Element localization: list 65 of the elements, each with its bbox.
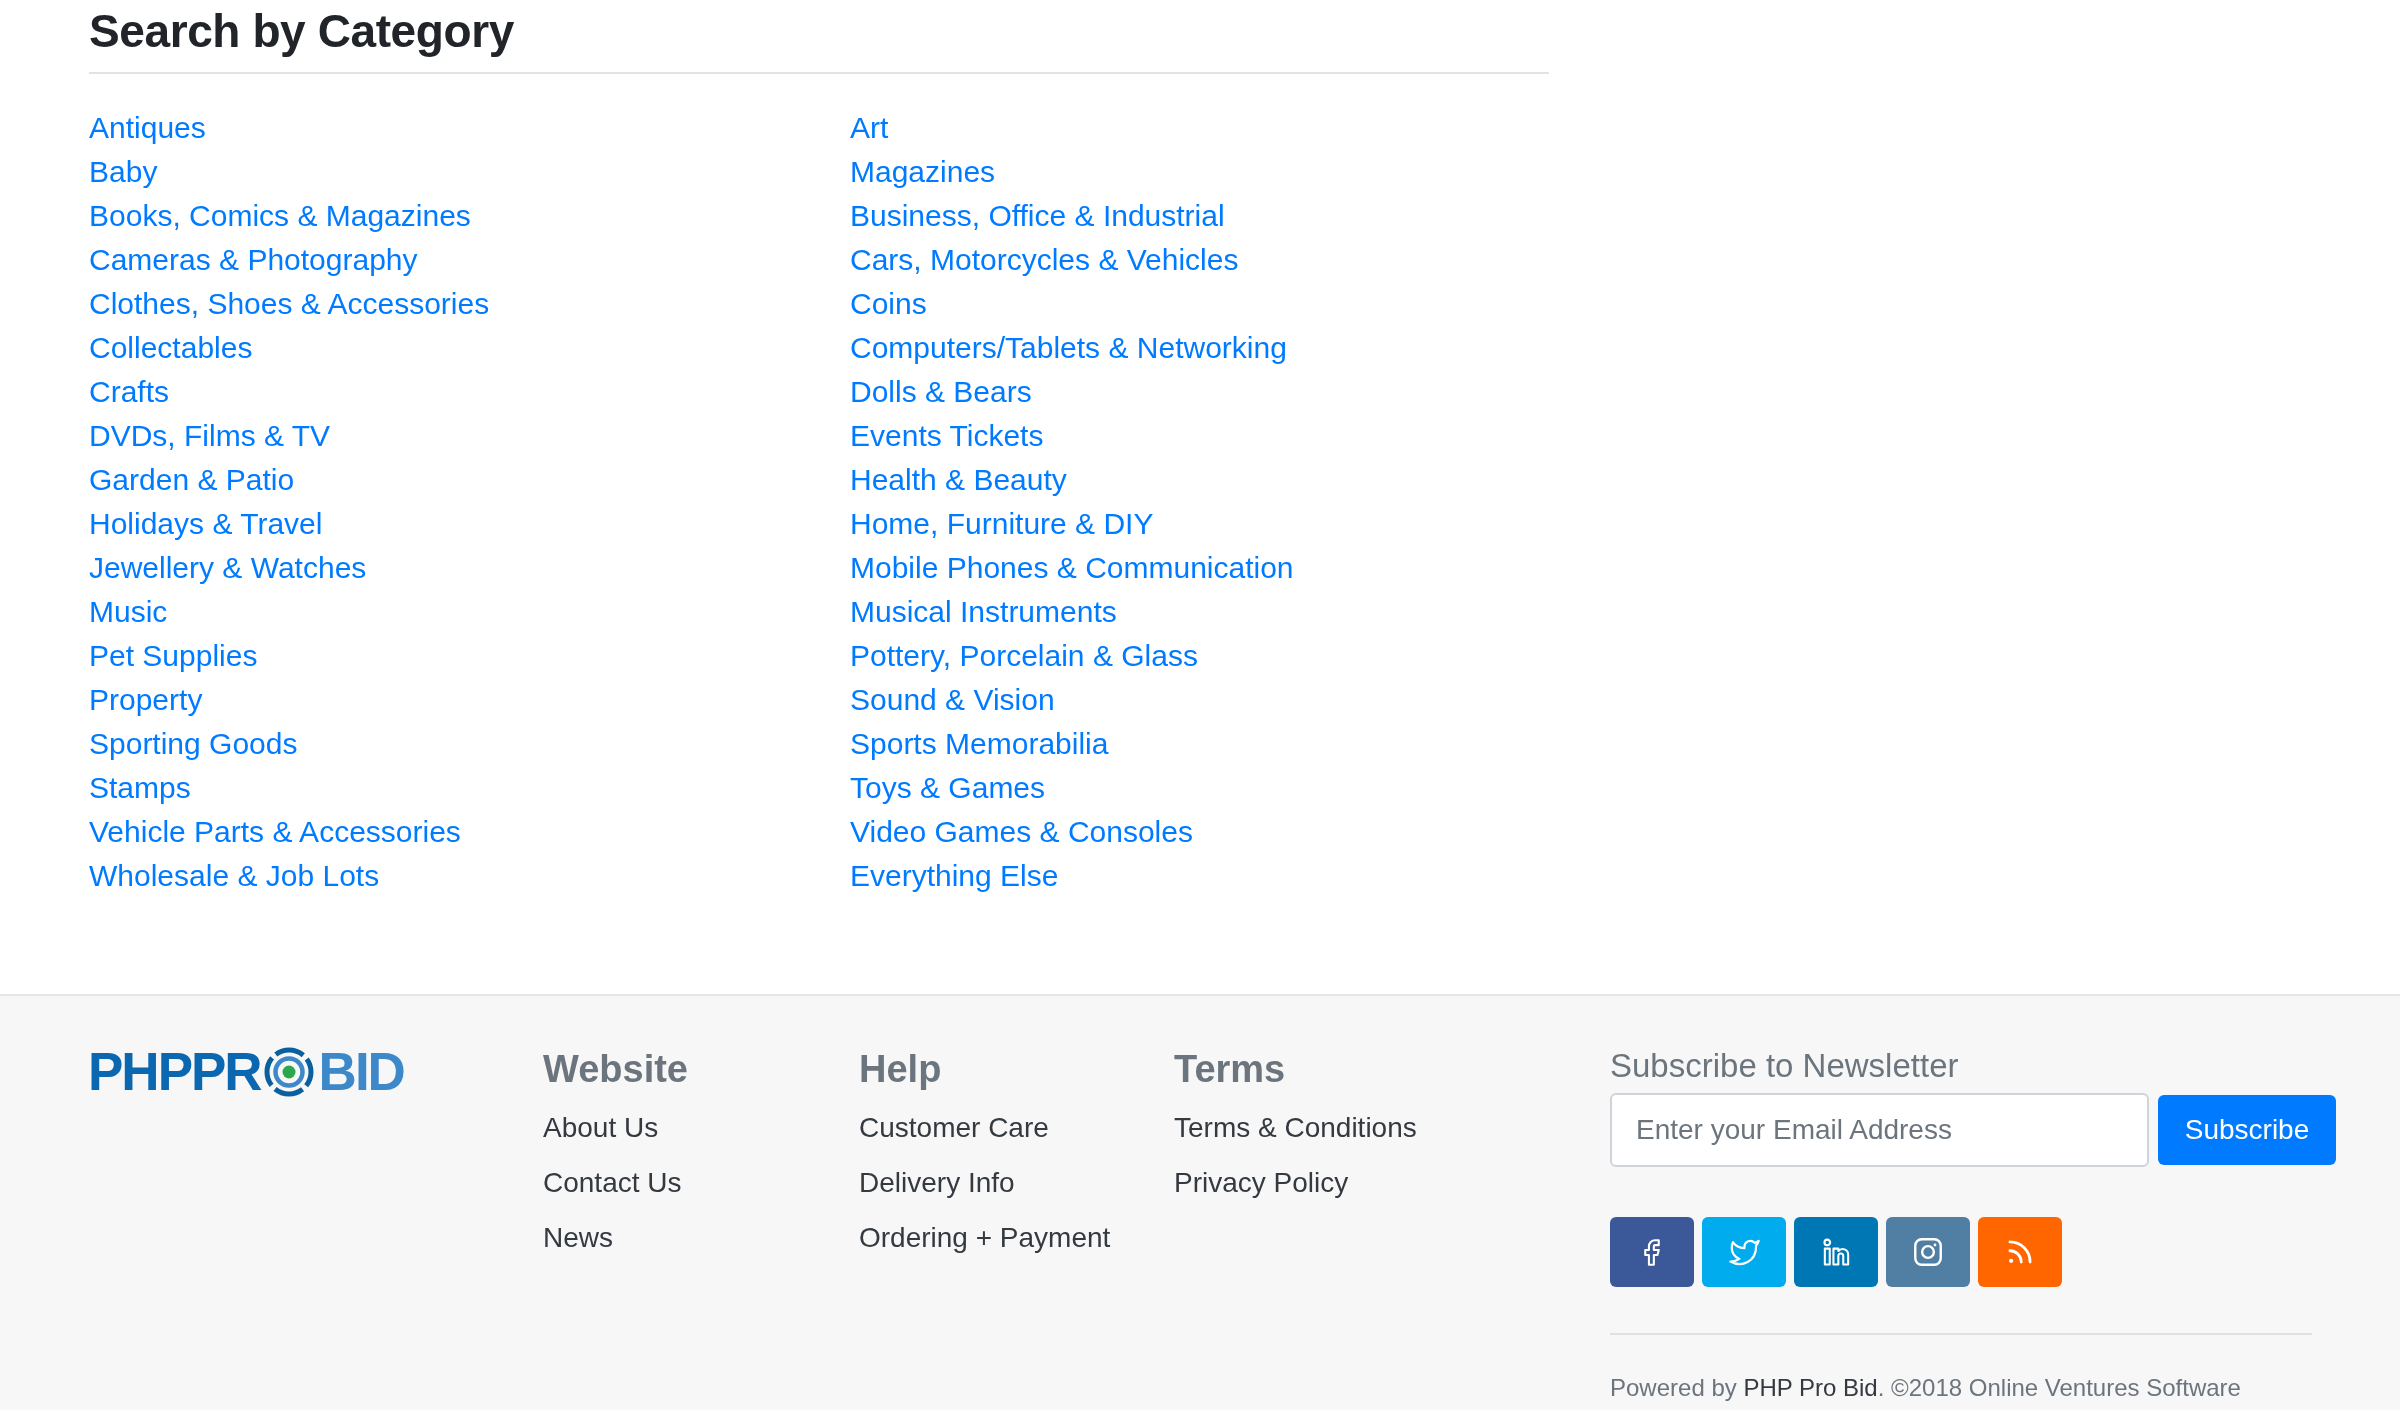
category-link[interactable]: Mobile Phones & Communication (850, 546, 1294, 590)
category-link[interactable]: Pottery, Porcelain & Glass (850, 634, 1198, 678)
category-link[interactable]: Cameras & Photography (89, 238, 418, 282)
category-link[interactable]: Computers/Tablets & Networking (850, 326, 1287, 370)
category-link[interactable]: Video Games & Consoles (850, 810, 1193, 854)
footer-heading: Website (543, 1047, 688, 1092)
category-link[interactable]: Business, Office & Industrial (850, 194, 1225, 238)
category-link[interactable]: Musical Instruments (850, 590, 1117, 634)
category-link[interactable]: Music (89, 590, 168, 634)
footer-link[interactable]: Customer Care (859, 1100, 1049, 1155)
category-link[interactable]: Wholesale & Job Lots (89, 854, 380, 898)
camera-icon (1914, 1238, 1942, 1266)
category-link[interactable]: Magazines (850, 150, 996, 194)
category-link[interactable]: Holidays & Travel (89, 502, 323, 546)
logo-text: PHPPR (88, 1046, 261, 1098)
email-field[interactable]: Enter your Email Address (1610, 1093, 2149, 1167)
social-button[interactable] (1794, 1217, 1878, 1287)
credits-text: Powered by PHP Pro Bid. ©2018 Online Ventures Software (1610, 1373, 2241, 1403)
category-link[interactable]: Collectables (89, 326, 253, 370)
category-link[interactable]: Home, Furniture & DIY (850, 502, 1154, 546)
logo-text: BID (318, 1046, 404, 1098)
category-link[interactable]: Everything Else (850, 854, 1059, 898)
category-link[interactable]: Health & Beauty (850, 458, 1067, 502)
footer-link[interactable]: Privacy Policy (1174, 1155, 1349, 1210)
letters-in-icon (1822, 1238, 1850, 1266)
category-link[interactable]: Garden & Patio (89, 458, 295, 502)
category-link[interactable]: Books, Comics & Magazines (89, 194, 471, 238)
category-link[interactable]: Clothes, Shoes & Accessories (89, 282, 490, 326)
bird-icon (1728, 1238, 1760, 1266)
category-link[interactable]: Sports Memorabilia (850, 722, 1109, 766)
category-link[interactable]: Property (89, 678, 203, 722)
category-link[interactable]: Sporting Goods (89, 722, 298, 766)
category-link[interactable]: Crafts (89, 370, 169, 414)
credits-link[interactable]: PHP Pro Bid (1743, 1374, 1878, 1401)
footer-heading: Terms (1174, 1047, 1286, 1092)
newsletter-title: Subscribe to Newsletter (1610, 1046, 1959, 1086)
category-link[interactable]: Stamps (89, 766, 191, 810)
letter-f-icon (1644, 1238, 1660, 1266)
footer-heading: Help (859, 1047, 942, 1092)
social-button[interactable] (1886, 1217, 1970, 1287)
category-link[interactable]: Jewellery & Watches (89, 546, 367, 590)
category-link[interactable]: DVDs, Films & TV (89, 414, 331, 458)
category-link[interactable]: Antiques (89, 106, 206, 150)
section-title: Search by Category (89, 2, 1549, 74)
category-link[interactable]: Baby (89, 150, 158, 194)
target-icon (263, 1047, 314, 1097)
footer-link[interactable]: Terms & Conditions (1174, 1100, 1417, 1155)
category-link[interactable]: Events Tickets (850, 414, 1044, 458)
category-link[interactable]: Art (850, 106, 889, 150)
category-link[interactable]: Dolls & Bears (850, 370, 1032, 414)
subscribe-button[interactable]: Subscribe (2158, 1095, 2336, 1165)
category-link[interactable]: Cars, Motorcycles & Vehicles (850, 238, 1239, 282)
category-link[interactable]: Sound & Vision (850, 678, 1055, 722)
category-link[interactable]: Vehicle Parts & Accessories (89, 810, 461, 854)
category-link[interactable]: Coins (850, 282, 927, 326)
footer-link[interactable]: Contact Us (543, 1155, 682, 1210)
category-link[interactable]: Pet Supplies (89, 634, 258, 678)
social-button[interactable] (1978, 1217, 2062, 1287)
footer-link[interactable]: Delivery Info (859, 1155, 1015, 1210)
rss-icon (2008, 1240, 2032, 1264)
footer-link[interactable]: Ordering + Payment (859, 1210, 1111, 1265)
category-link[interactable]: Toys & Games (850, 766, 1046, 810)
social-button[interactable] (1610, 1217, 1694, 1287)
footer-link[interactable]: News (543, 1210, 613, 1265)
footer-link[interactable]: About Us (543, 1100, 659, 1155)
